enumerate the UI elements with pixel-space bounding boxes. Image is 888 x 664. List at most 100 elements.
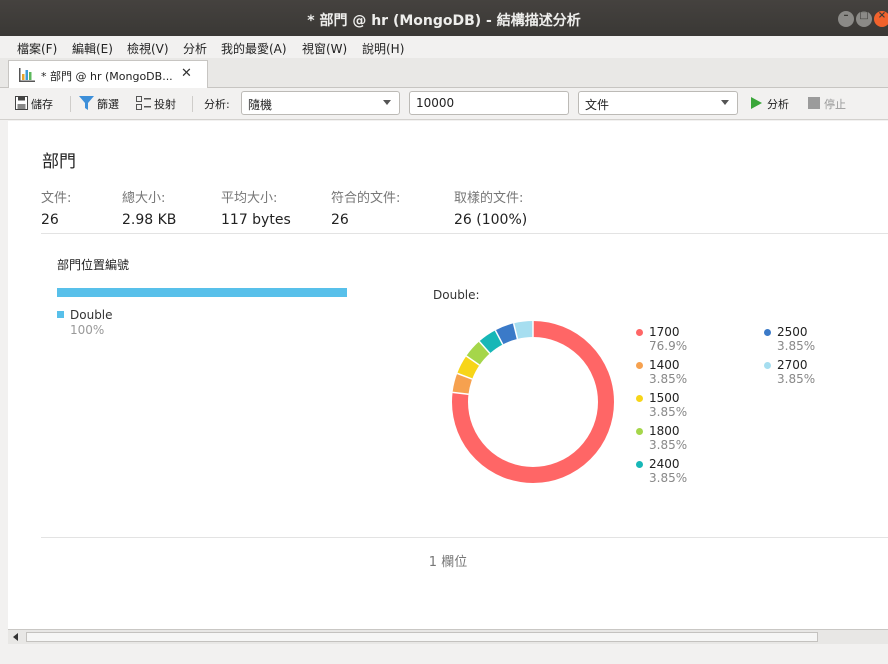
maximize-icon: □ [859, 10, 869, 21]
tab-label: * 部門 @ hr (MongoDB... [41, 70, 173, 83]
stat-average-size: 平均大小: 117 bytes [221, 187, 291, 228]
play-icon [751, 97, 762, 109]
stat-label: 總大小: [122, 191, 166, 206]
legend-value: 2700 [777, 358, 808, 372]
value-donut-chart [452, 321, 614, 483]
sampling-mode-value: 隨機 [248, 98, 273, 112]
bar-chart-icon [19, 68, 35, 82]
horizontal-scrollbar[interactable] [8, 629, 888, 644]
tab-schema-analysis[interactable]: * 部門 @ hr (MongoDB... ✕ [8, 60, 208, 88]
legend-item-2400: 2400 3.85% [636, 457, 687, 485]
donut-title: Double: [433, 288, 480, 302]
menu-bar: 檔案(F) 編輯(E) 檢視(V) 分析 我的最愛(A) 視窗(W) 說明(H) [0, 36, 888, 58]
legend-value: 1700 [649, 325, 680, 339]
legend-value: 2400 [649, 457, 680, 471]
legend-dot [764, 362, 771, 369]
stat-documents: 文件: 26 [41, 187, 71, 228]
app-window: * 部門 @ hr (MongoDB) - 結構描述分析 – □ × 檔案(F)… [0, 0, 888, 664]
legend-value: 2500 [777, 325, 808, 339]
status-bar [0, 644, 888, 664]
stat-label: 平均大小: [221, 191, 278, 206]
legend-item-1500: 1500 3.85% [636, 391, 687, 419]
schema-analysis-panel: 部門 文件: 26 總大小: 2.98 KB 平均大小: 117 bytes 符… [8, 121, 888, 629]
legend-percent: 3.85% [777, 372, 816, 386]
stat-value: 26 [41, 212, 59, 228]
sample-size-value: 10000 [416, 96, 455, 110]
menu-favorites[interactable]: 我的最愛(A) [221, 40, 287, 57]
menu-window[interactable]: 視窗(W) [302, 40, 347, 57]
sample-size-input[interactable]: 10000 [409, 91, 569, 115]
scroll-left-icon[interactable] [13, 633, 18, 641]
stat-total-size: 總大小: 2.98 KB [122, 187, 176, 228]
type-legend: Double 100% [57, 308, 113, 337]
save-button[interactable]: 儲存 [31, 96, 53, 112]
legend-dot [636, 395, 643, 402]
maximize-button[interactable]: □ [856, 10, 872, 27]
stat-value: 117 bytes [221, 212, 291, 228]
save-icon [15, 96, 28, 110]
legend-percent: 3.85% [777, 339, 816, 353]
legend-dot [636, 428, 643, 435]
type-name: Double [70, 308, 113, 322]
stop-button[interactable]: 停止 [824, 96, 846, 112]
toolbar-separator [70, 96, 71, 112]
chevron-down-icon [721, 100, 729, 105]
stop-icon [808, 97, 820, 109]
legend-value: 1500 [649, 391, 680, 405]
divider [41, 233, 888, 234]
filter-button[interactable]: 篩選 [97, 96, 119, 112]
legend-dot [636, 329, 643, 336]
projection-icon [136, 96, 151, 110]
window-title: * 部門 @ hr (MongoDB) - 結構描述分析 [307, 13, 581, 29]
legend-dot [764, 329, 771, 336]
scrollbar-thumb[interactable] [26, 632, 818, 642]
type-distribution-bar [57, 288, 347, 297]
collection-name: 部門 [42, 152, 76, 172]
menu-edit[interactable]: 編輯(E) [72, 40, 113, 57]
projection-button[interactable]: 投射 [154, 96, 176, 112]
menu-help[interactable]: 說明(H) [362, 40, 404, 57]
stat-value: 2.98 KB [122, 212, 177, 228]
tab-close-icon[interactable]: ✕ [181, 66, 192, 81]
toolbar-separator [192, 96, 193, 112]
filter-icon [79, 96, 94, 110]
analyze-label: 分析: [204, 98, 230, 111]
view-mode-value: 文件 [585, 98, 610, 112]
legend-percent: 3.85% [649, 405, 688, 419]
stat-label: 符合的文件: [331, 191, 401, 206]
type-color-swatch [57, 311, 64, 318]
divider [41, 537, 888, 538]
sampling-mode-select[interactable]: 隨機 [241, 91, 400, 115]
stat-label: 文件: [41, 191, 72, 206]
legend-item-1400: 1400 3.85% [636, 358, 687, 386]
stat-label: 取樣的文件: [454, 191, 524, 206]
tab-strip: * 部門 @ hr (MongoDB... ✕ [0, 58, 888, 88]
analyze-button[interactable]: 分析 [767, 96, 789, 112]
menu-analyze[interactable]: 分析 [183, 40, 207, 57]
minimize-button[interactable]: – [838, 10, 854, 27]
stat-sampled-documents: 取樣的文件: 26 (100%) [454, 187, 527, 228]
close-window-button[interactable]: × [874, 10, 888, 27]
legend-percent: 76.9% [649, 339, 688, 353]
legend-item-2500: 2500 3.85% [764, 325, 815, 353]
view-mode-select[interactable]: 文件 [578, 91, 738, 115]
legend-percent: 3.85% [649, 471, 688, 485]
stat-value: 26 (100%) [454, 212, 528, 228]
field-name: 部門位置編號 [57, 258, 130, 272]
legend-percent: 3.85% [649, 438, 688, 452]
legend-value: 1800 [649, 424, 680, 438]
toolbar: 儲存 篩選 投射 分析: 隨機 10000 文件 分析 停止 [0, 88, 888, 120]
title-bar: * 部門 @ hr (MongoDB) - 結構描述分析 – □ × [0, 0, 888, 36]
field-count: 1 欄位 [428, 555, 468, 570]
stat-matched-documents: 符合的文件: 26 [331, 187, 400, 228]
legend-item-1700: 1700 76.9% [636, 325, 687, 353]
legend-value: 1400 [649, 358, 680, 372]
type-percent: 100% [70, 323, 105, 337]
menu-view[interactable]: 檢視(V) [127, 40, 169, 57]
chevron-down-icon [383, 100, 391, 105]
legend-item-1800: 1800 3.85% [636, 424, 687, 452]
minimize-icon: – [843, 10, 849, 21]
legend-percent: 3.85% [649, 372, 688, 386]
stat-value: 26 [331, 212, 349, 228]
menu-file[interactable]: 檔案(F) [17, 40, 57, 57]
